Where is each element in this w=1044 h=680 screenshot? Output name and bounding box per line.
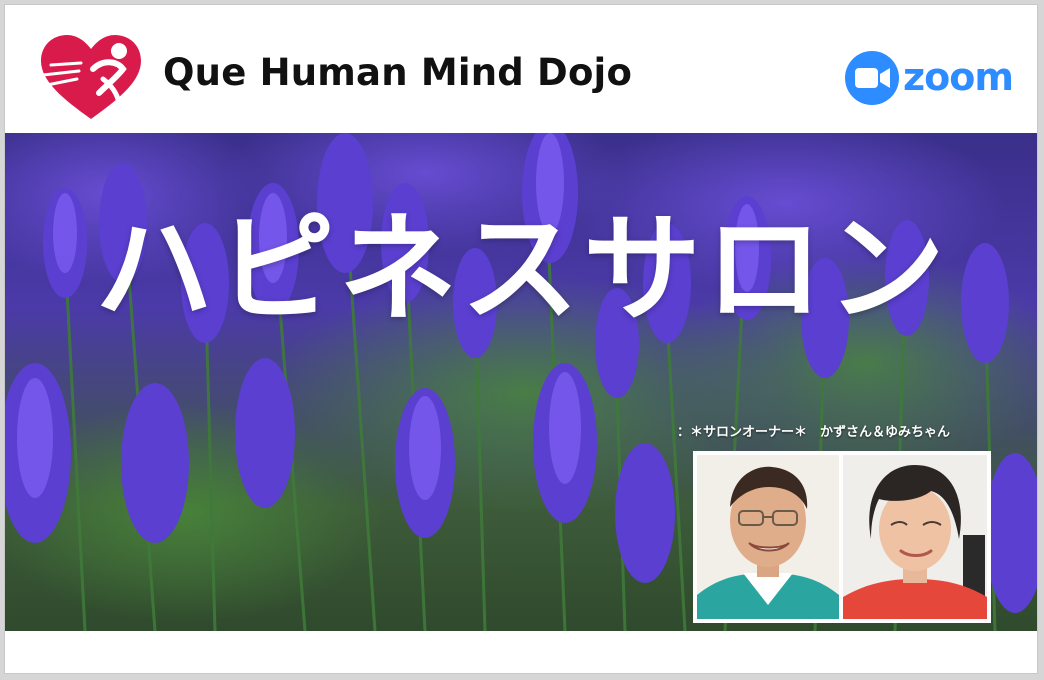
header: Que Human Mind Dojo zoom <box>5 5 1037 133</box>
lavender-banner: ハピネスサロン ：＊サロンオーナー＊ かずさん＆ゆみちゃん <box>5 133 1037 631</box>
banner-title: ハピネスサロン <box>94 200 949 338</box>
video-camera-icon <box>845 51 899 105</box>
owner-photo-kazu <box>697 455 839 619</box>
heart-figure-logo-icon <box>33 29 149 123</box>
owners-photo-frame <box>693 451 991 623</box>
zoom-logo: zoom <box>843 49 1025 107</box>
owners-caption: ：＊サロンオーナー＊ かずさん＆ゆみちゃん <box>677 425 951 440</box>
brand-name: Que Human Mind Dojo <box>163 51 633 94</box>
banner-card: Que Human Mind Dojo zoom ハピネスサロン ：＊サロンオー… <box>4 4 1038 674</box>
zoom-label: zoom <box>903 55 1014 99</box>
owner-photo-yumi <box>843 455 987 619</box>
footer-strip <box>5 631 1037 673</box>
